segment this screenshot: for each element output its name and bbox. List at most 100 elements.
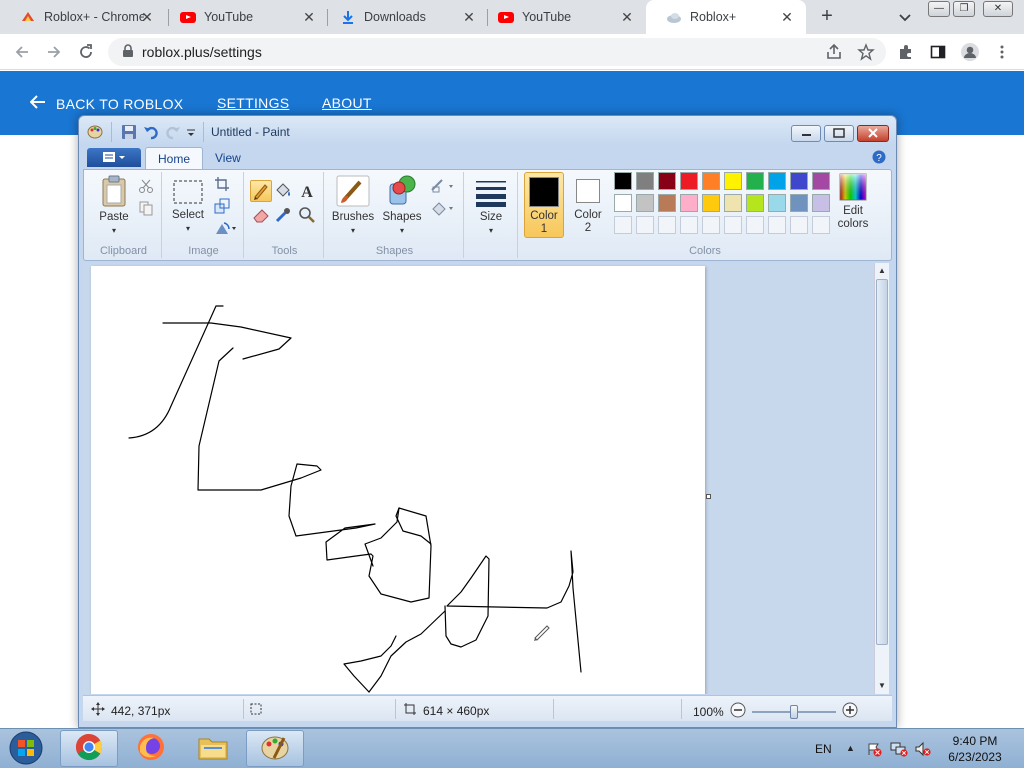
zoom-slider-thumb[interactable]	[789, 704, 798, 719]
custom-color-slot[interactable]	[812, 216, 830, 234]
customize-toolbar-icon[interactable]	[185, 124, 201, 140]
color-swatch[interactable]	[702, 172, 720, 190]
close-icon[interactable]	[857, 125, 889, 142]
scrollbar-thumb[interactable]	[876, 279, 888, 645]
minimize-icon[interactable]	[791, 125, 821, 142]
paint-menu-button[interactable]	[87, 148, 141, 167]
restore-icon[interactable]: ❐	[953, 1, 975, 17]
close-icon[interactable]: ✕	[780, 10, 794, 24]
pencil-icon[interactable]	[250, 180, 272, 202]
maximize-icon[interactable]	[824, 125, 854, 142]
color-swatch[interactable]	[658, 172, 676, 190]
color-swatch[interactable]	[680, 194, 698, 212]
color-swatch[interactable]	[812, 172, 830, 190]
fill-bucket-icon[interactable]	[274, 182, 292, 200]
custom-color-slot[interactable]	[658, 216, 676, 234]
chevron-down-icon[interactable]	[896, 8, 914, 26]
copy-icon[interactable]	[138, 200, 156, 218]
profile-avatar-icon[interactable]	[960, 42, 980, 62]
brushes-button[interactable]: Brushes ▾	[330, 174, 376, 237]
color-swatch[interactable]	[768, 194, 786, 212]
scroll-down-icon[interactable]: ▼	[878, 681, 886, 690]
shapes-button[interactable]: Shapes ▾	[382, 174, 422, 237]
custom-color-slot[interactable]	[790, 216, 808, 234]
color-picker-icon[interactable]	[274, 206, 292, 224]
side-panel-icon[interactable]	[928, 42, 948, 62]
extensions-icon[interactable]	[896, 42, 916, 62]
start-button[interactable]	[4, 731, 48, 767]
taskbar-paint[interactable]	[246, 730, 304, 767]
color-swatch[interactable]	[680, 172, 698, 190]
more-menu-icon[interactable]	[992, 42, 1012, 62]
custom-color-slot[interactable]	[636, 216, 654, 234]
paste-button[interactable]: Paste ▾	[94, 174, 134, 237]
save-icon[interactable]	[121, 124, 137, 140]
address-bar[interactable]: roblox.plus/settings	[108, 38, 886, 66]
zoom-in-icon[interactable]	[842, 702, 858, 721]
taskbar-chrome[interactable]	[60, 730, 118, 767]
paint-app-icon[interactable]	[87, 124, 103, 140]
forward-arrow-icon[interactable]	[44, 42, 64, 62]
close-icon[interactable]: ✕	[462, 10, 476, 24]
close-icon[interactable]: ✕	[620, 10, 634, 24]
color-swatch[interactable]	[746, 194, 764, 212]
size-button[interactable]: Size ▾	[472, 178, 510, 237]
color2-button[interactable]: Color 2	[568, 172, 608, 238]
minimize-icon[interactable]: —	[928, 1, 950, 17]
color-swatch[interactable]	[636, 172, 654, 190]
eraser-icon[interactable]	[252, 206, 270, 224]
browser-tab-active[interactable]: Roblox+ ✕	[646, 0, 806, 34]
share-icon[interactable]	[824, 42, 844, 62]
tray-expand-icon[interactable]: ▲	[846, 743, 855, 753]
system-clock[interactable]: 9:40 PM 6/23/2023	[946, 733, 1004, 765]
custom-color-slot[interactable]	[702, 216, 720, 234]
close-icon[interactable]: ✕	[140, 10, 154, 24]
browser-tab[interactable]: YouTube ✕	[160, 0, 328, 34]
color-swatch[interactable]	[636, 194, 654, 212]
settings-link[interactable]: SETTINGS	[217, 95, 289, 111]
resize-icon[interactable]	[214, 198, 232, 216]
custom-color-slot[interactable]	[614, 216, 632, 234]
color-swatch[interactable]	[614, 172, 632, 190]
back-to-roblox-link[interactable]: BACK TO ROBLOX	[29, 95, 183, 112]
color-swatch[interactable]	[724, 172, 742, 190]
network-icon[interactable]	[890, 741, 908, 760]
language-indicator[interactable]: EN	[815, 729, 832, 768]
tab-view[interactable]: View	[203, 147, 253, 169]
vertical-scrollbar[interactable]: ▲ ▼	[874, 263, 889, 694]
reload-icon[interactable]	[76, 42, 96, 62]
redo-icon[interactable]	[165, 124, 181, 140]
taskbar-firefox[interactable]	[122, 730, 180, 767]
color-swatch[interactable]	[746, 172, 764, 190]
zoom-slider[interactable]	[751, 704, 836, 720]
color-swatch[interactable]	[768, 172, 786, 190]
tab-home[interactable]: Home	[145, 147, 204, 169]
browser-tab[interactable]: YouTube ✕	[478, 0, 646, 34]
color-swatch[interactable]	[790, 194, 808, 212]
color-swatch[interactable]	[790, 172, 808, 190]
bookmark-star-icon[interactable]	[856, 42, 876, 62]
zoom-out-icon[interactable]	[730, 702, 746, 721]
help-icon[interactable]: ?	[872, 150, 886, 167]
close-icon[interactable]: ✕	[302, 10, 316, 24]
text-tool-icon[interactable]: A	[298, 182, 316, 201]
edit-colors-button[interactable]: Edit colors	[830, 172, 876, 231]
color-swatch[interactable]	[724, 194, 742, 212]
volume-icon[interactable]	[914, 741, 932, 760]
magnifier-icon[interactable]	[298, 206, 316, 224]
custom-color-slot[interactable]	[724, 216, 742, 234]
custom-color-slot[interactable]	[680, 216, 698, 234]
browser-tab[interactable]: Downloads ✕	[320, 0, 488, 34]
crop-icon[interactable]	[214, 176, 232, 194]
close-window-icon[interactable]: ✕	[983, 1, 1013, 17]
color1-button[interactable]: Color 1	[524, 172, 564, 238]
back-arrow-icon[interactable]	[12, 42, 32, 62]
rotate-icon[interactable]	[214, 220, 238, 238]
new-tab-icon[interactable]: +	[816, 6, 838, 28]
canvas-resize-handle[interactable]	[706, 494, 711, 499]
action-center-icon[interactable]	[866, 741, 882, 760]
color-swatch[interactable]	[614, 194, 632, 212]
outline-icon[interactable]	[430, 178, 456, 196]
drawing-canvas[interactable]	[91, 266, 705, 694]
taskbar-explorer[interactable]	[184, 730, 242, 767]
